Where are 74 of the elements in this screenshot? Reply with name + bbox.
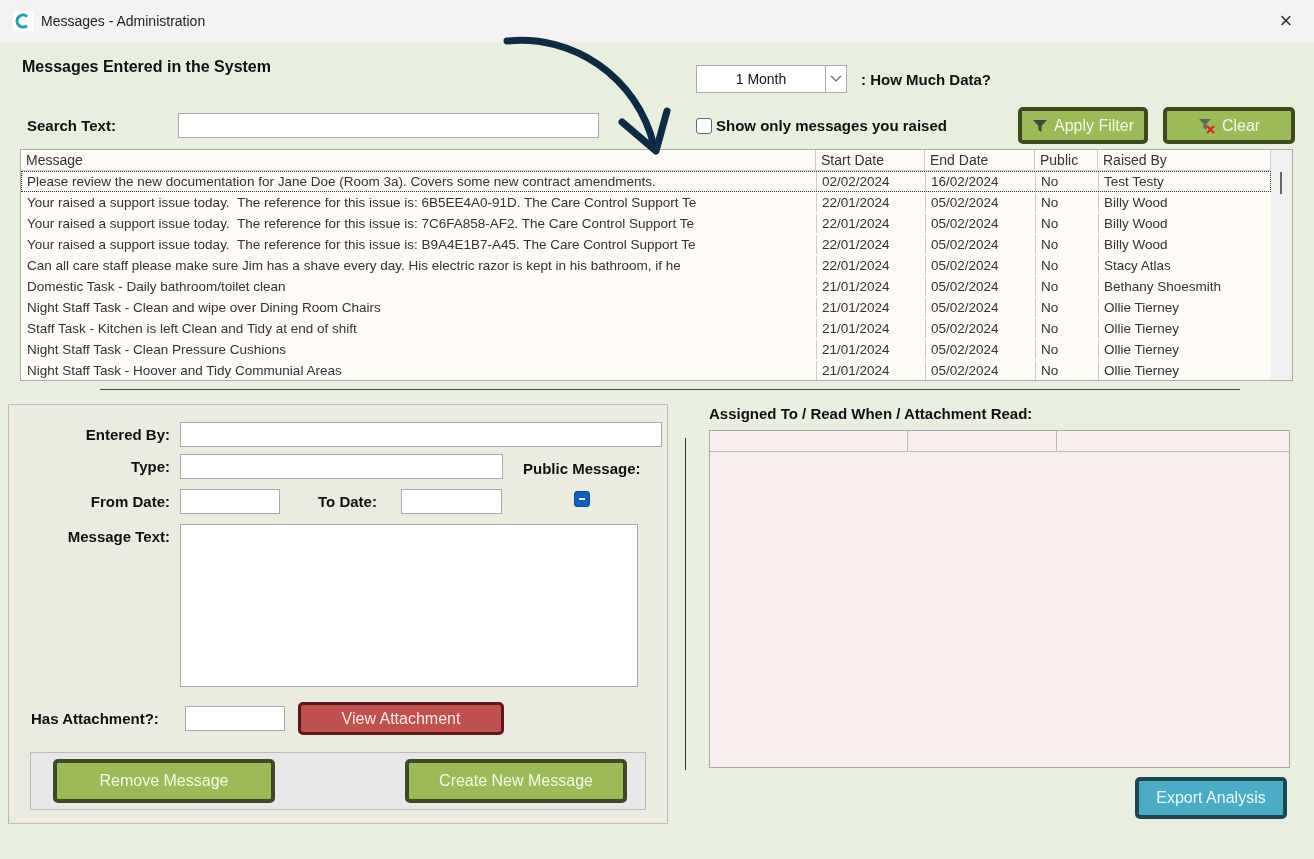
table-cell: No (1036, 256, 1099, 275)
table-cell: 05/02/2024 (926, 340, 1036, 359)
app-logo-icon (13, 11, 33, 31)
funnel-cross-icon (1197, 116, 1216, 135)
entered-by-field[interactable] (180, 422, 662, 447)
search-label: Search Text: (27, 117, 117, 134)
table-row[interactable]: Please review the new documentation for Jane Doe (Room 3a). Covers some new contract amendments. 02/02/2024 16/02/2024 No Test Testy (21, 171, 1271, 192)
table-cell: Night Staff Task - Hoover and Tidy Communial Areas (22, 361, 817, 380)
scrollbar[interactable] (1271, 150, 1292, 380)
table-cell: 21/01/2024 (817, 277, 926, 296)
table-cell: 22/01/2024 (817, 214, 926, 233)
field-label: Message Text: (66, 528, 170, 545)
table-cell: 05/02/2024 (926, 361, 1036, 380)
column-header: Start Date (816, 150, 925, 170)
field-label: Type: (130, 458, 170, 475)
table-cell: Please review the new documentation for Jane Doe (Room 3a). Covers some new contract amendments. (22, 172, 817, 191)
table-cell: No (1036, 361, 1099, 380)
table-cell: No (1036, 340, 1099, 359)
section-title: Messages Entered in the System (22, 58, 272, 77)
column-header: End Date (925, 150, 1035, 170)
field-label: Entered By: (84, 426, 170, 443)
table-cell: 05/02/2024 (926, 277, 1036, 296)
field-label: Has Attachment?: (31, 710, 160, 727)
table-cell: 22/01/2024 (817, 256, 926, 275)
table-cell: 05/02/2024 (926, 193, 1036, 212)
close-button[interactable]: × (1266, 3, 1306, 39)
message-text-field[interactable] (180, 524, 638, 687)
table-cell: 21/01/2024 (817, 319, 926, 338)
from-date-field[interactable] (180, 489, 280, 514)
column-header: Public (1035, 150, 1098, 170)
table-cell: 05/02/2024 (926, 298, 1036, 317)
table-cell: Staff Task - Kitchen is left Clean and Tidy at end of shift (22, 319, 817, 338)
type-field[interactable] (180, 454, 503, 479)
table-cell: No (1036, 193, 1099, 212)
table-cell: 22/01/2024 (817, 193, 926, 212)
table-cell: Night Staff Task - Clean and wipe over Dining Room Chairs (22, 298, 817, 317)
public-message-checkbox[interactable] (573, 491, 590, 507)
table-cell: Your raised a support issue today. The reference for this issue is: B9A4E1B7-A45. The Care Control Support Te (22, 235, 817, 254)
checkbox-label: Show only messages you raised (716, 117, 947, 134)
checkbox[interactable] (696, 117, 712, 134)
table-cell: No (1036, 214, 1099, 233)
table-cell: Domestic Task - Daily bathroom/toilet clean (22, 277, 817, 296)
period-dropdown[interactable]: 1 Month (696, 65, 847, 93)
table-cell: No (1036, 277, 1099, 296)
table-cell: No (1036, 319, 1099, 338)
column-header: Message (21, 150, 816, 170)
table-cell: Night Staff Task - Clean Pressure Cushions (22, 340, 817, 359)
funnel-icon (1032, 117, 1048, 134)
period-label: : How Much Data? (861, 70, 991, 88)
table-cell: 21/01/2024 (817, 340, 926, 359)
table-cell: 05/02/2024 (926, 319, 1036, 338)
table-cell: No (1036, 298, 1099, 317)
table-cell: Your raised a support issue today. The reference for this issue is: 6B5EE4A0-91D. The Care Control Support Te (22, 193, 817, 212)
table-cell: 21/01/2024 (817, 361, 926, 380)
table-cell: 22/01/2024 (817, 235, 926, 254)
table-cell: 02/02/2024 (817, 172, 926, 191)
table-cell: 05/02/2024 (926, 256, 1036, 275)
has-attachment-field[interactable] (185, 706, 285, 731)
table-cell: No (1036, 172, 1099, 191)
assigned-title: Assigned To / Read When / Attachment Read: (709, 405, 1034, 422)
table-cell: 05/02/2024 (926, 235, 1036, 254)
window-title: Messages - Administration (41, 13, 206, 29)
table-cell: 21/01/2024 (817, 298, 926, 317)
view-attachment-button[interactable]: View Attachment (298, 702, 504, 735)
table-cell: No (1036, 235, 1099, 254)
table-cell: Can all care staff please make sure Jim has a shave every day. His electric razor is kept in his bathroom, if he (22, 256, 817, 275)
field-label: To Date: (318, 493, 378, 510)
table-cell: Your raised a support issue today. The reference for this issue is: 7C6FA858-AF2. The Care Control Support Te (22, 214, 817, 233)
table-cell: 05/02/2024 (926, 214, 1036, 233)
field-label: From Date: (89, 493, 170, 510)
table-cell: 16/02/2024 (926, 172, 1036, 191)
search-field[interactable] (178, 113, 599, 138)
field-label: Public Message: (523, 460, 641, 477)
to-date-field[interactable] (401, 489, 502, 514)
